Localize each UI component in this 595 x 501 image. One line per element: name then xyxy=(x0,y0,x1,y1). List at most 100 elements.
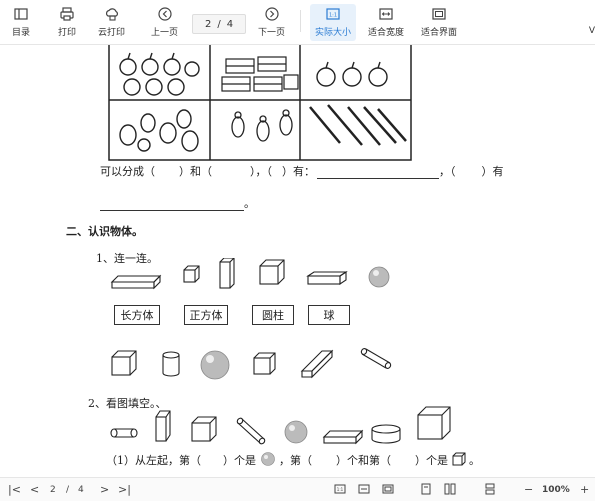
page-current[interactable]: 2 xyxy=(50,485,56,495)
chevron-left-icon xyxy=(157,7,172,21)
text-segment: ）个是 xyxy=(223,454,256,467)
picture-grid xyxy=(108,45,412,161)
shapes-row-2 xyxy=(111,348,392,380)
svg-text:1:1: 1:1 xyxy=(329,13,337,19)
fit-width-label: 适合宽度 xyxy=(368,28,405,38)
first-page-icon[interactable]: |< xyxy=(8,483,21,496)
svg-text:1:1: 1:1 xyxy=(337,487,344,492)
sphere-icon xyxy=(368,266,390,288)
shapes-row-3 xyxy=(110,406,451,445)
label-text: 圆柱 xyxy=(262,309,284,322)
text-segment: ）有： xyxy=(282,165,315,178)
cylinder-icon xyxy=(110,428,138,438)
cloud-print-icon xyxy=(105,8,118,21)
cube-icon xyxy=(417,406,451,440)
tall-cuboid-icon xyxy=(155,410,171,442)
page-indicator[interactable]: 2 / 4 xyxy=(192,14,246,34)
bottom-bar: |< < 2 / 4 > >| 1:1 − 100% + xyxy=(0,477,595,501)
text-segment: ，第（ xyxy=(279,454,312,467)
next-page-button[interactable]: 下一页 xyxy=(258,6,285,38)
actual-size-icon: 1:1 xyxy=(326,8,340,20)
cylinder-icon xyxy=(360,348,392,369)
apple-icon xyxy=(119,52,200,96)
cylinder-icon xyxy=(236,417,266,445)
single-page-icon[interactable] xyxy=(420,483,432,498)
fit-page-icon[interactable] xyxy=(382,483,394,498)
chevron-right-icon[interactable]: > xyxy=(100,483,109,496)
chevron-right-icon xyxy=(264,7,279,21)
cuboid-icon xyxy=(300,349,334,379)
last-page-icon[interactable]: >| xyxy=(118,483,131,496)
two-page-icon[interactable] xyxy=(444,483,456,498)
label-text: 正方体 xyxy=(189,309,223,322)
actual-size-icon[interactable]: 1:1 xyxy=(334,483,346,498)
print-button[interactable]: 打印 xyxy=(58,6,76,38)
text-segment: ，（ xyxy=(439,165,456,178)
fit-width-button[interactable]: 适合宽度 xyxy=(368,6,404,38)
page-current: 2 xyxy=(204,18,212,30)
cylinder-icon xyxy=(371,424,401,444)
print-label: 打印 xyxy=(58,28,77,38)
prev-page-button[interactable]: 上一页 xyxy=(151,6,178,38)
fit-width-icon xyxy=(379,8,393,20)
shapes-row-1 xyxy=(110,258,390,290)
sphere-icon xyxy=(200,350,230,380)
fit-page-button[interactable]: 适合界面 xyxy=(421,6,457,38)
zoom-level[interactable]: 100% xyxy=(542,485,570,495)
pencil-case-icon xyxy=(221,56,299,92)
cloud-print-label: 云打印 xyxy=(98,28,126,38)
cube-icon xyxy=(259,259,285,285)
tall-cuboid-icon xyxy=(219,258,235,289)
actual-size-label: 实际大小 xyxy=(315,28,352,38)
fit-page-icon xyxy=(432,8,446,20)
answer-blank[interactable] xyxy=(317,168,439,179)
sphere-icon xyxy=(260,452,275,466)
section-title: 二、认识物体。 xyxy=(66,225,143,238)
print-icon xyxy=(60,7,74,21)
next-page-label: 下一页 xyxy=(258,28,286,38)
bird-icon xyxy=(231,109,293,142)
prev-page-label: 上一页 xyxy=(151,28,179,38)
chevron-left-icon[interactable]: < xyxy=(30,483,39,496)
label-text: 长方体 xyxy=(120,309,154,322)
text-segment: （1）从左起，第（ xyxy=(106,454,201,467)
toolbar-divider xyxy=(300,10,301,32)
continuous-scroll-icon[interactable] xyxy=(484,483,496,498)
answer-blank[interactable] xyxy=(100,200,244,211)
page-sep: / xyxy=(217,18,221,30)
page-total: 4 xyxy=(226,18,234,30)
cloud-print-button[interactable]: 云打印 xyxy=(98,6,125,38)
cube-icon xyxy=(191,416,217,442)
zoom-out-icon[interactable]: − xyxy=(524,483,533,496)
cuboid-icon xyxy=(306,270,348,286)
toolbar: 目录 打印 云打印 上一页 2 / 4 下一页 1:1 实际大小 适合宽度 适合… xyxy=(0,0,595,45)
cylinder-icon xyxy=(162,351,180,377)
label-text: 球 xyxy=(323,309,335,322)
question-sentence-cont: 。 xyxy=(100,195,255,211)
sphere-icon xyxy=(284,420,308,444)
page-sep: / xyxy=(66,485,70,495)
label-box: 正方体 xyxy=(184,305,228,325)
question-sentence: 可以分成（ ）和（ ），（ ）有： ，（ ）有 xyxy=(100,163,504,179)
text-segment: ），（ xyxy=(250,165,272,178)
fit-width-icon[interactable] xyxy=(358,483,370,498)
label-box: 球 xyxy=(308,305,350,325)
pencil-icon xyxy=(309,104,407,146)
text-segment: 。 xyxy=(469,454,480,467)
page-total: 4 xyxy=(78,485,84,495)
label-box: 圆柱 xyxy=(252,305,294,325)
toc-label: 目录 xyxy=(12,28,31,38)
text-segment: ）个是 xyxy=(415,454,448,467)
cube-icon xyxy=(253,352,276,375)
cube-icon xyxy=(183,265,200,283)
toc-icon xyxy=(14,8,28,20)
pear-icon xyxy=(119,109,199,152)
text-segment: ）有 xyxy=(481,165,504,178)
cube-icon xyxy=(111,350,137,376)
apple-icon xyxy=(316,61,388,87)
actual-size-button[interactable]: 1:1 实际大小 xyxy=(310,4,357,41)
label-box: 长方体 xyxy=(114,305,160,325)
toc-button[interactable]: 目录 xyxy=(12,6,30,38)
text-segment: 可以分成（ xyxy=(100,165,155,178)
zoom-in-icon[interactable]: + xyxy=(580,483,589,496)
